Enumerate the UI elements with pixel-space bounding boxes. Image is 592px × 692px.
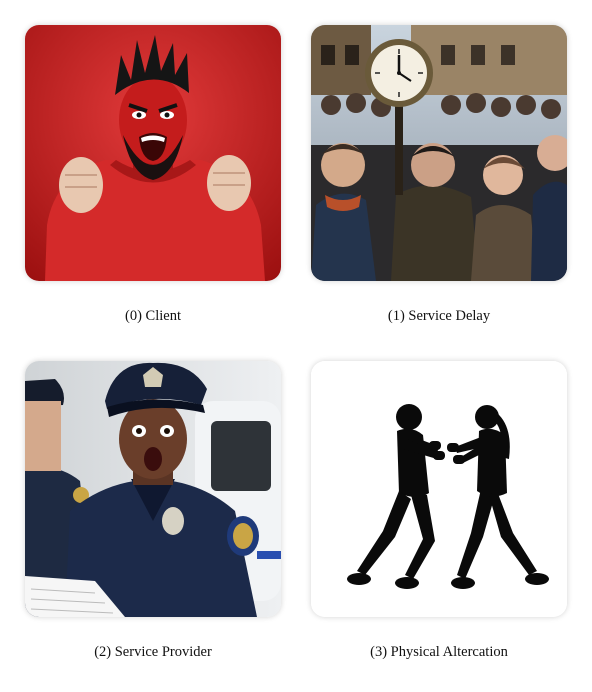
client-image (25, 25, 281, 281)
physical-altercation-image (311, 361, 567, 617)
caption-service-delay: (1) Service Delay (387, 308, 491, 324)
service-provider-image (25, 361, 281, 617)
caption-client: (0) Client (125, 308, 181, 324)
caption-physical-altercation: (3) Physical Altercation (370, 644, 508, 660)
service-delay-image (311, 25, 567, 281)
caption-service-provider: (2) Service Provider (94, 644, 212, 660)
